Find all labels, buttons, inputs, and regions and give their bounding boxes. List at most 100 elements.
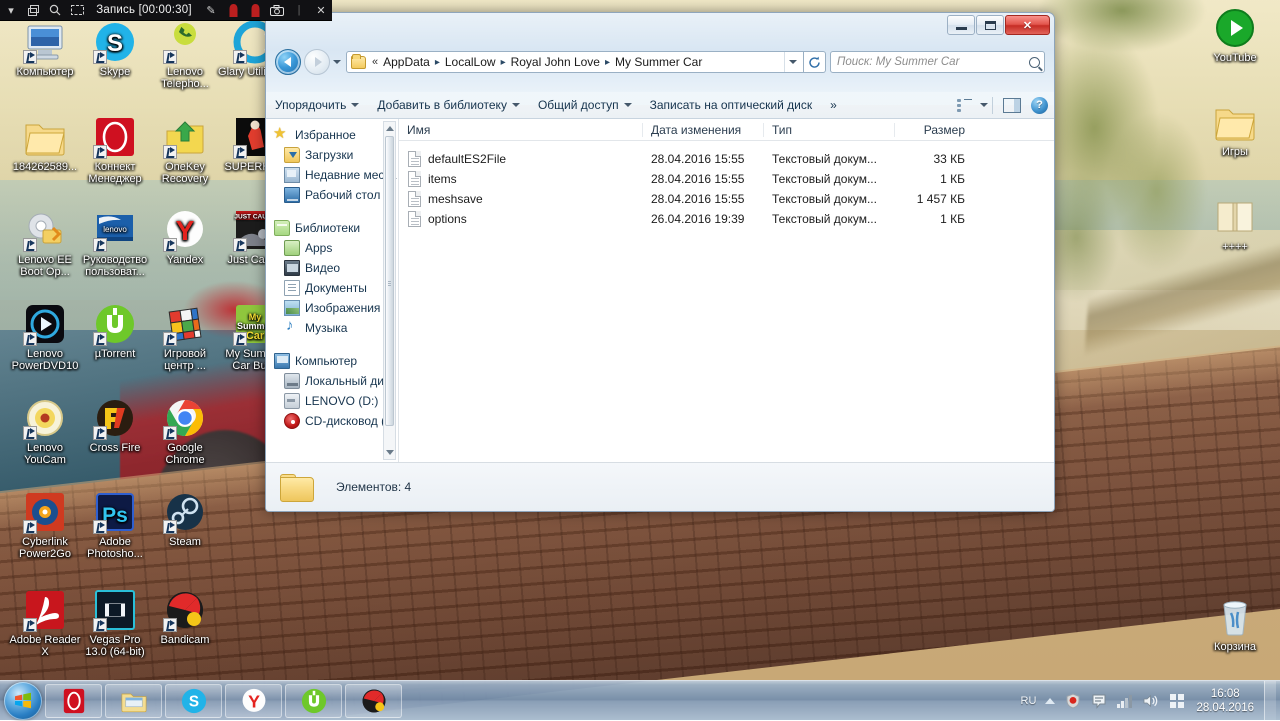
column-header-name[interactable]: Имя (399, 123, 642, 137)
desktop-icon-adobe-reader[interactable]: Adobe Reader X (8, 588, 82, 658)
scrollbar-thumb[interactable] (385, 136, 394, 426)
desktop-icon-game-center[interactable]: Игровой центр ... (148, 302, 222, 372)
taskbar-item-opera[interactable] (45, 684, 102, 718)
taskbar-item-bandicam[interactable] (345, 684, 402, 718)
chevron-down-icon[interactable]: ▾ (0, 0, 22, 21)
navigation-pane[interactable]: ИзбранноеЗагрузкиНедавние местаРабочий с… (266, 119, 398, 462)
desktop-icon-skype[interactable]: SSkype (78, 20, 152, 79)
antivirus-icon[interactable] (1065, 693, 1081, 709)
taskbar-item-explorer[interactable] (105, 684, 162, 718)
breadcrumb-item-appdata[interactable]: AppData (381, 55, 432, 69)
back-button[interactable] (275, 49, 301, 75)
sidebar-item-music-library[interactable]: Музыка (266, 318, 398, 338)
file-name-cell[interactable]: items (399, 171, 642, 187)
close-icon[interactable]: ✕ (310, 0, 332, 21)
taskbar-item-skype[interactable]: S (165, 684, 222, 718)
desktop-icon-powerdvd[interactable]: Lenovo PowerDVD10 (8, 302, 82, 372)
desktop-icon-vegas-pro[interactable]: Vegas Pro 13.0 (64-bit) (78, 588, 152, 658)
rectangle-icon[interactable] (66, 0, 88, 21)
bandicam-recording-bar[interactable]: ▾ Запись [00:00:30] ✎ | ✕ (0, 0, 332, 21)
desktop-icon-chrome[interactable]: Google Chrome (148, 396, 222, 466)
show-hidden-icon[interactable] (1045, 698, 1055, 704)
taskbar-item-utorrent[interactable] (285, 684, 342, 718)
taskbar[interactable]: SY RU 16:08 28.04.2016 (0, 680, 1280, 720)
sidebar-item-recent-places[interactable]: Недавние места (266, 165, 398, 185)
search-input[interactable]: Поиск: My Summer Car (830, 51, 1045, 73)
forward-button[interactable] (304, 49, 330, 75)
chevron-down-icon[interactable] (784, 51, 801, 73)
sidebar-item-cd-drive[interactable]: CD-дисковод (E: (266, 411, 398, 431)
network-icon[interactable] (1117, 694, 1133, 708)
desktop-icon-bandicam[interactable]: Bandicam (148, 588, 222, 647)
burn-to-disc-button[interactable]: Записать на оптический диск (641, 92, 822, 119)
sidebar-item-hard-drive[interactable]: Локальный диск (266, 371, 398, 391)
view-list-icon[interactable] (957, 99, 972, 112)
add-to-library-button[interactable]: Добавить в библиотеку (368, 92, 529, 119)
scroll-up-icon[interactable] (384, 122, 395, 135)
desktop-icon-computer[interactable]: Компьютер (8, 20, 82, 79)
windows-icon[interactable] (1169, 693, 1185, 709)
search-icon[interactable] (44, 0, 66, 21)
window-icon[interactable] (22, 0, 44, 21)
table-row[interactable]: meshsave28.04.2016 15:55Текстовый докум.… (399, 189, 1054, 209)
breadcrumb-separator[interactable]: ▸ (498, 57, 509, 68)
desktop-icon-photoshop[interactable]: PsAdobe Photosho... (78, 490, 152, 560)
breadcrumb-overflow[interactable]: « (369, 56, 381, 68)
command-bar[interactable]: Упорядочить Добавить в библиотеку Общий … (266, 92, 1054, 119)
desktop-icon-folder-open[interactable]: ++++ (1198, 195, 1272, 254)
file-name-cell[interactable]: defaultES2File (399, 151, 642, 167)
sidebar-item-video-library[interactable]: Видео (266, 258, 398, 278)
desktop-icon-yandex[interactable]: YYandex (148, 208, 222, 267)
desktop-icon-onekey-recovery[interactable]: OneKey Recovery (148, 115, 222, 185)
sidebar-item-apps-library[interactable]: Apps (266, 238, 398, 258)
desktop-icon-crossfire[interactable]: Cross Fire (78, 396, 152, 455)
explorer-window[interactable]: ✕ « AppData ▸ LocalLow ▸ Royal John Love… (265, 12, 1055, 512)
sidebar-item-documents-library[interactable]: Документы (266, 278, 398, 298)
sidebar-item-removable-drive[interactable]: LENOVO (D:) (266, 391, 398, 411)
preview-pane-icon[interactable] (1003, 98, 1021, 113)
desktop-icon-recycle-bin[interactable]: Корзина (1198, 595, 1272, 654)
desktop-icon-steam[interactable]: Steam (148, 490, 222, 549)
title-bar[interactable]: ✕ (266, 13, 1054, 43)
file-name-cell[interactable]: options (399, 211, 642, 227)
column-header-row[interactable]: Имя Дата изменения Тип Размер (399, 119, 1054, 141)
breadcrumb-item-royal-john-love[interactable]: Royal John Love (509, 55, 602, 69)
clock[interactable]: 16:08 28.04.2016 (1190, 687, 1262, 715)
volume-icon[interactable] (1143, 694, 1159, 708)
system-tray[interactable]: RU 16:08 28.04.2016 (1017, 681, 1280, 721)
table-row[interactable]: options26.04.2016 19:39Текстовый докум..… (399, 209, 1054, 229)
scroll-down-icon[interactable] (384, 446, 395, 459)
sidebar-item-pictures-library[interactable]: Изображения (266, 298, 398, 318)
breadcrumb-separator[interactable]: ▸ (602, 57, 613, 68)
desktop-icon-connect-manager[interactable]: Коннект Менеджер (78, 115, 152, 185)
desktop-icon-folder[interactable]: 184262589... (8, 115, 82, 174)
breadcrumb-item-my-summer-car[interactable]: My Summer Car (613, 55, 704, 69)
desktop-icon-power2go[interactable]: Cyberlink Power2Go (8, 490, 82, 560)
refresh-icon[interactable] (804, 51, 826, 73)
record-icon[interactable] (244, 0, 266, 21)
breadcrumb-separator[interactable]: ▸ (432, 57, 443, 68)
commandbar-overflow-button[interactable]: » (821, 92, 846, 119)
action-center-icon[interactable] (1091, 693, 1107, 709)
language-indicator[interactable]: RU (1017, 695, 1041, 707)
start-button[interactable] (4, 682, 42, 720)
table-row[interactable]: defaultES2File28.04.2016 15:55Текстовый … (399, 149, 1054, 169)
minimize-button[interactable] (947, 15, 975, 35)
address-bar-row[interactable]: « AppData ▸ LocalLow ▸ Royal John Love ▸… (266, 49, 1054, 75)
close-button[interactable]: ✕ (1005, 15, 1050, 35)
chevron-down-icon[interactable] (980, 103, 988, 107)
taskbar-item-yandex[interactable]: Y (225, 684, 282, 718)
breadcrumb-item-locallow[interactable]: LocalLow (443, 55, 498, 69)
share-with-button[interactable]: Общий доступ (529, 92, 641, 119)
column-header-date[interactable]: Дата изменения (643, 123, 763, 137)
desktop-icon-lenovo-telephone[interactable]: Lenovo Telephо... (148, 20, 222, 90)
file-name-cell[interactable]: meshsave (399, 191, 642, 207)
sidebar-item-desktop[interactable]: Рабочий стол (266, 185, 398, 205)
record-icon[interactable] (222, 0, 244, 21)
search-icon[interactable] (1029, 57, 1040, 68)
show-desktop-button[interactable] (1264, 681, 1276, 721)
desktop-icon-youtube[interactable]: YouTube (1198, 6, 1272, 65)
desktop-icon-folder[interactable]: Игры (1198, 100, 1272, 159)
help-icon[interactable]: ? (1031, 97, 1048, 114)
desktop-icon-lenovo-manual[interactable]: lenovoРуководство пользоват... (78, 208, 152, 278)
